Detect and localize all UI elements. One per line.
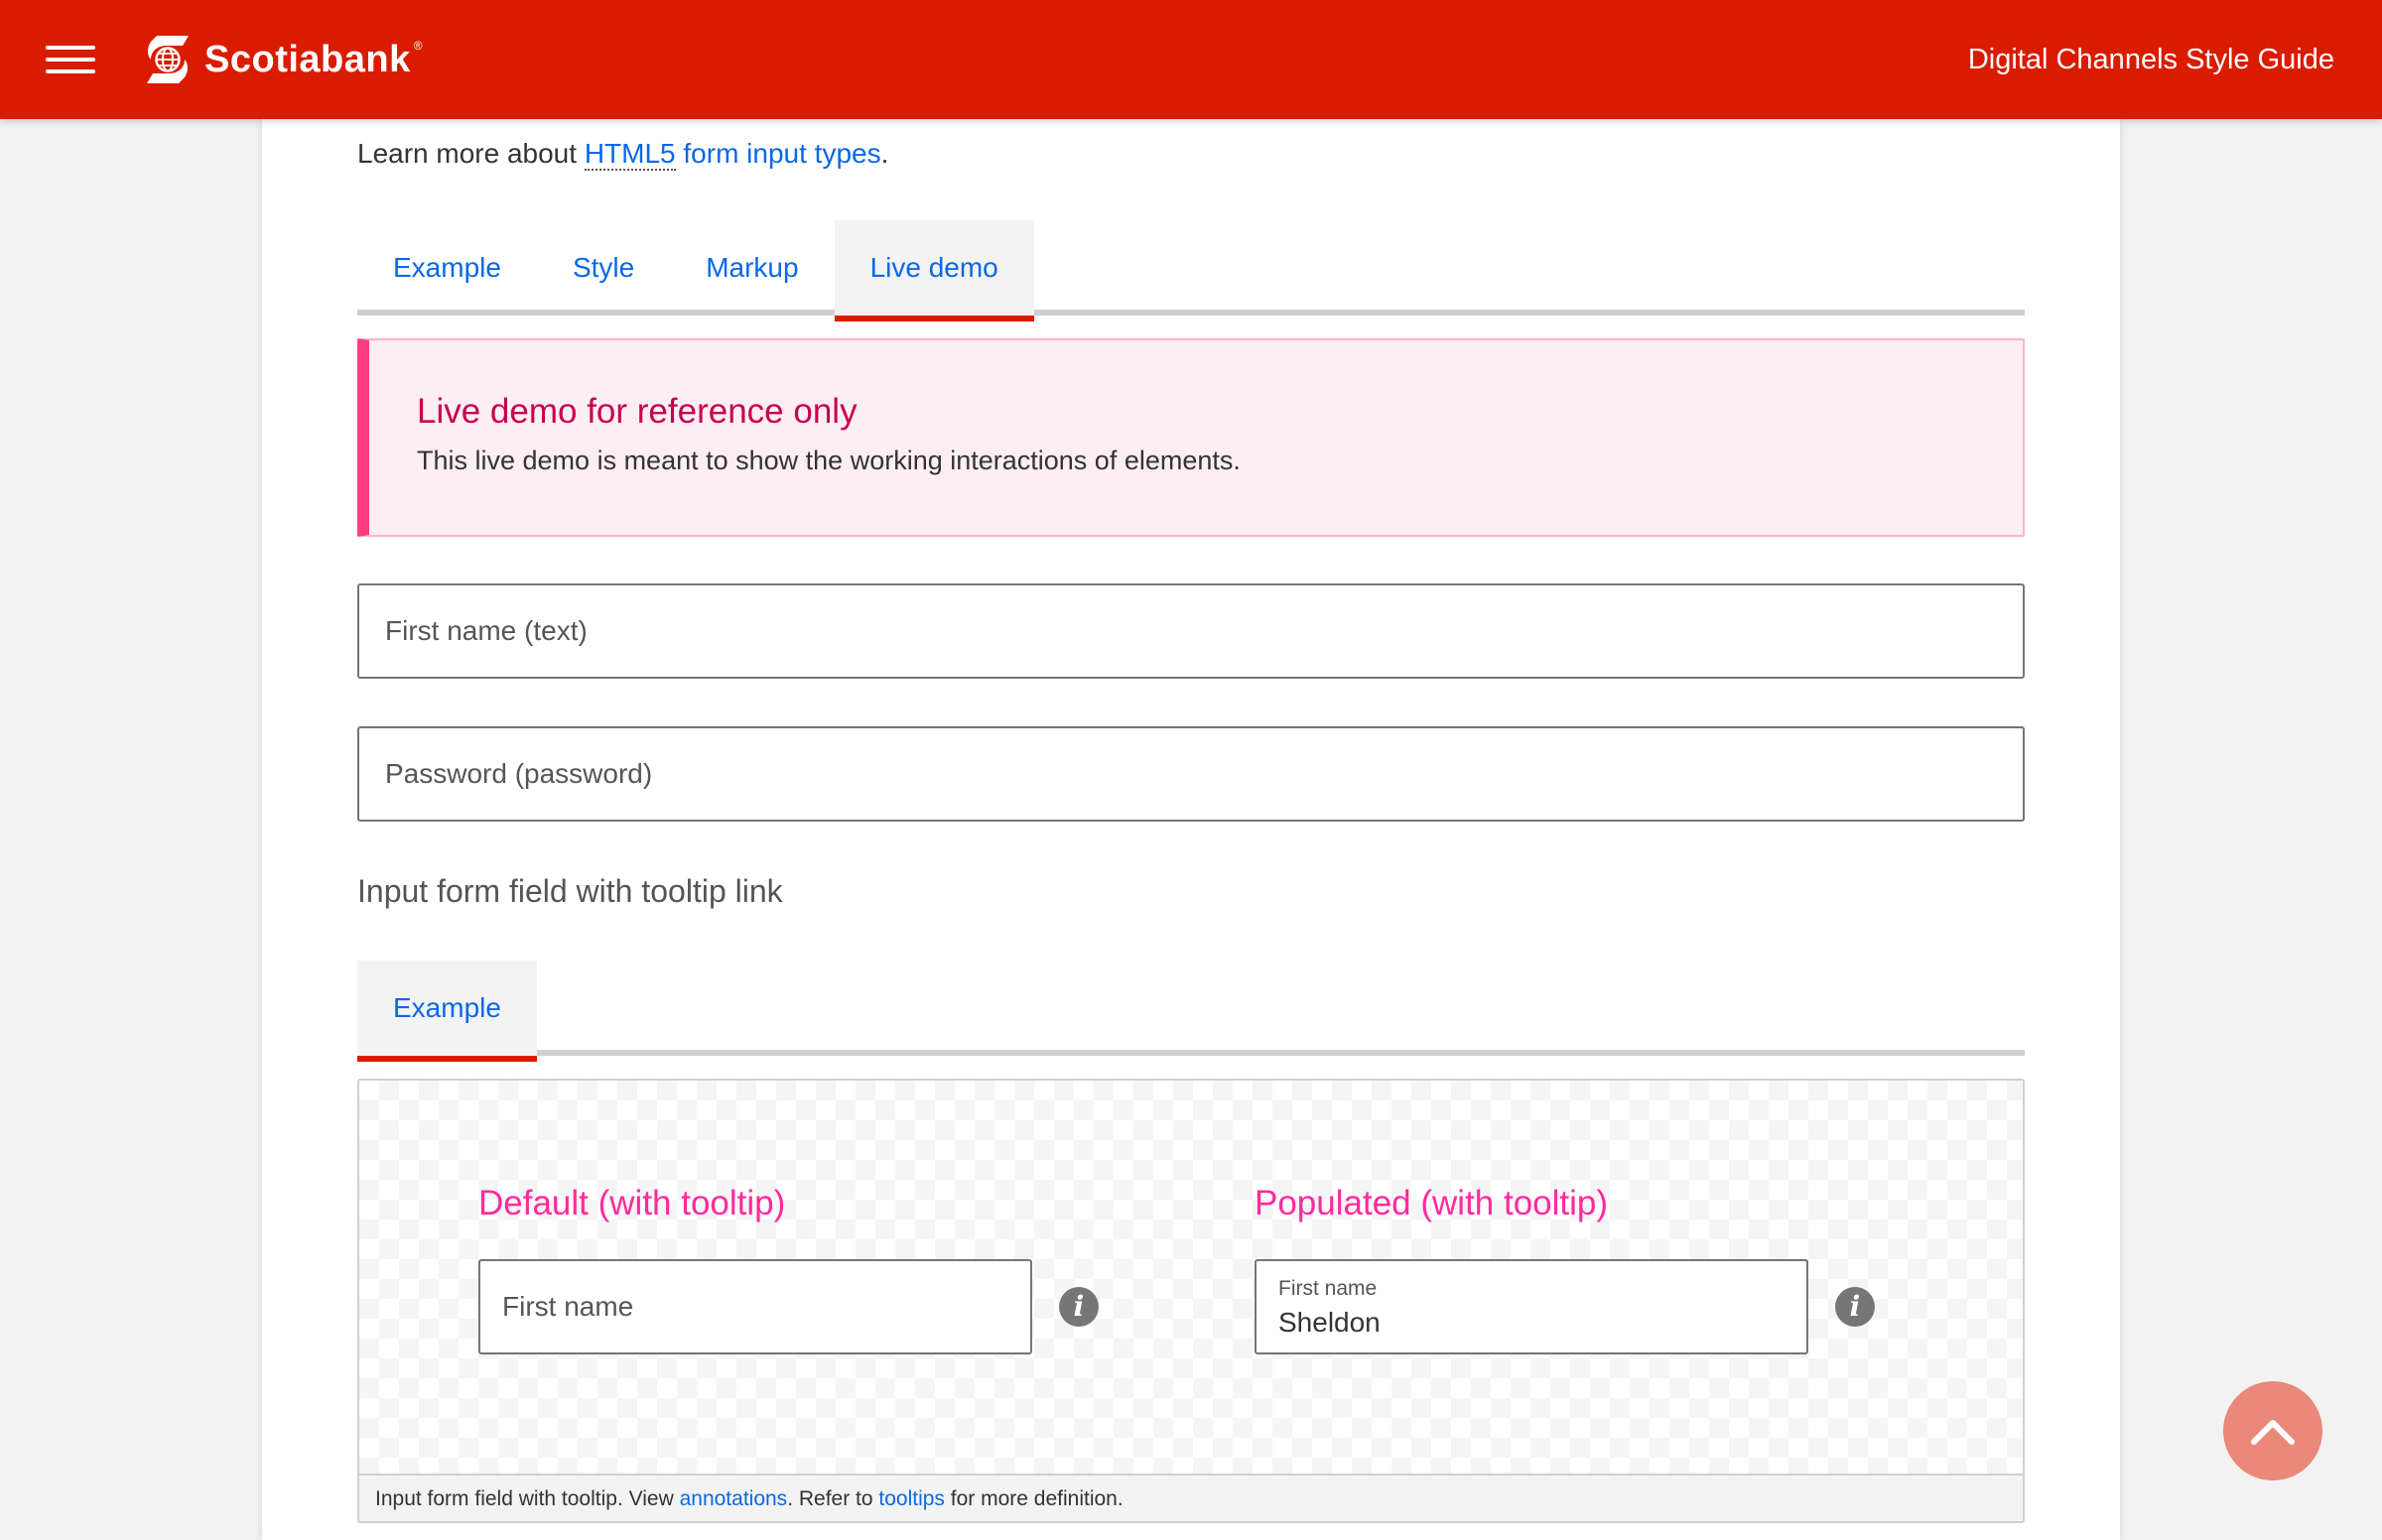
default-heading: Default (with tooltip) xyxy=(478,1184,786,1222)
default-first-name-input[interactable]: First name xyxy=(478,1259,1032,1354)
password-placeholder: Password (password) xyxy=(385,758,653,789)
tooltips-link[interactable]: tooltips xyxy=(878,1487,945,1511)
populated-first-name-input[interactable]: First name Sheldon xyxy=(1255,1259,1808,1354)
top-header: Scotiabank ® Digital Channels Style Guid… xyxy=(0,0,2382,119)
primary-tabs: Example Style Markup Live demo xyxy=(357,220,2025,321)
password-input[interactable]: Password (password) xyxy=(357,726,2025,822)
info-icon[interactable]: i xyxy=(1835,1287,1875,1327)
first-name-placeholder: First name (text) xyxy=(385,615,588,646)
alert-title: Live demo for reference only xyxy=(417,392,858,431)
tab-example[interactable]: Example xyxy=(357,220,537,316)
first-name-text-input[interactable]: First name (text) xyxy=(357,583,2025,679)
demo-caption: Input form field with tooltip. View anno… xyxy=(359,1474,2023,1521)
hamburger-menu-icon[interactable] xyxy=(46,44,95,75)
info-icon[interactable]: i xyxy=(1059,1287,1099,1327)
scotiabank-logo-icon xyxy=(147,36,189,83)
html5-abbr[interactable]: HTML5 xyxy=(584,138,676,171)
populated-label: First name xyxy=(1278,1277,1378,1300)
registered-mark: ® xyxy=(413,39,423,53)
tab-example-secondary[interactable]: Example xyxy=(357,961,537,1062)
section-heading: Input form field with tooltip link xyxy=(357,873,783,909)
learn-more-prefix: Learn more about xyxy=(357,138,585,169)
html5-form-input-types-link[interactable]: HTML5 form input types xyxy=(584,138,881,171)
demo-box: Default (with tooltip) First name i Popu… xyxy=(357,1079,2025,1523)
content-panel: Learn more about HTML5 form input types.… xyxy=(262,119,2120,1540)
link-rest[interactable]: form input types xyxy=(676,138,880,169)
caption-prefix: Input form field with tooltip. View xyxy=(375,1487,680,1510)
brand-name: Scotiabank xyxy=(204,39,411,80)
caption-suffix: for more definition. xyxy=(944,1487,1124,1510)
annotations-link[interactable]: annotations xyxy=(680,1487,788,1511)
back-to-top-button[interactable] xyxy=(2223,1381,2322,1480)
chevron-up-icon xyxy=(2251,1420,2295,1445)
site-title[interactable]: Digital Channels Style Guide xyxy=(1968,42,2334,77)
populated-value: Sheldon xyxy=(1278,1307,1381,1338)
learn-more-suffix: . xyxy=(880,138,889,169)
scotiabank-logo[interactable]: Scotiabank ® xyxy=(143,34,423,85)
tab-style[interactable]: Style xyxy=(537,220,670,316)
default-placeholder: First name xyxy=(502,1291,634,1322)
tab-live-demo[interactable]: Live demo xyxy=(834,220,1034,321)
caption-middle: . Refer to xyxy=(787,1487,879,1510)
alert-body: This live demo is meant to show the work… xyxy=(417,446,1241,475)
tab-markup[interactable]: Markup xyxy=(670,220,834,316)
populated-heading: Populated (with tooltip) xyxy=(1255,1184,1609,1222)
reference-alert: Live demo for reference only This live d… xyxy=(357,338,2025,537)
learn-more-text: Learn more about HTML5 form input types. xyxy=(357,137,888,171)
secondary-tabs: Example xyxy=(357,961,2025,1062)
